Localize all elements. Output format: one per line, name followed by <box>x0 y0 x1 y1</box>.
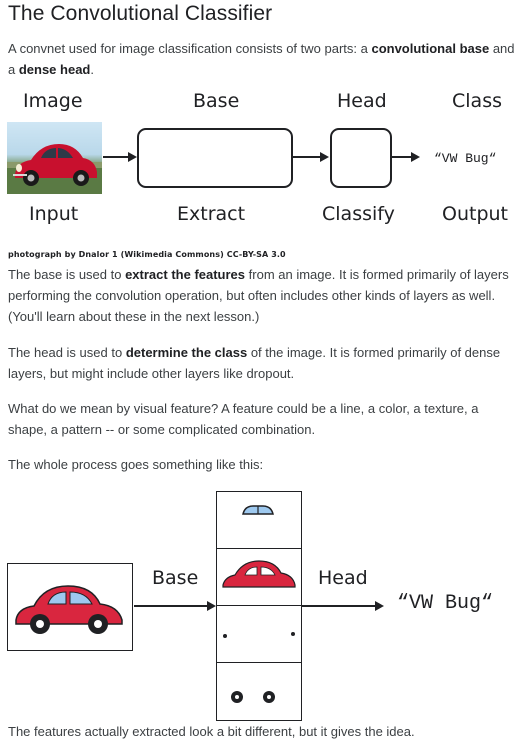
label-base: Base <box>193 90 240 112</box>
arrow-head <box>411 152 420 162</box>
label-base-2: Base <box>152 567 199 589</box>
page-title: The Convolutional Classifier <box>8 2 273 25</box>
output-class-text: “VW Bug“ <box>434 151 497 166</box>
label-classify: Classify <box>322 203 395 225</box>
head-box <box>330 128 392 188</box>
arrow-head <box>320 152 329 162</box>
vw-bug-photo <box>7 122 102 194</box>
arrow-head-to-class <box>392 156 412 158</box>
base-box <box>137 128 293 188</box>
label-input: Input <box>29 203 79 225</box>
feature-wheels <box>217 663 301 720</box>
label-output: Output <box>442 203 508 225</box>
feature-window <box>217 492 301 549</box>
feature-column <box>216 491 302 721</box>
label-class: Class <box>452 90 502 112</box>
input-car-image <box>7 563 133 651</box>
bold-extract-features: extract the features <box>125 267 246 282</box>
arrow-base-to-head <box>293 156 321 158</box>
bold-convolutional-base: convolutional base <box>371 41 490 56</box>
feature-body <box>217 549 301 606</box>
bold-determine-class: determine the class <box>125 345 248 360</box>
arrow-head <box>128 152 137 162</box>
intro-paragraph: A convnet used for image classification … <box>8 41 515 77</box>
process-paragraph: The whole process goes something like th… <box>8 457 264 472</box>
bold-dense-head: dense head <box>18 62 91 77</box>
arrow-head <box>375 601 384 611</box>
label-extract: Extract <box>177 203 246 225</box>
photo-credit: photograph by Dnalor 1 (Wikimedia Common… <box>8 250 286 259</box>
label-head: Head <box>337 90 387 112</box>
arrow-input-to-base <box>103 156 129 158</box>
arrow-head <box>207 601 216 611</box>
feature-dots <box>217 606 301 663</box>
head-paragraph: The head is used to determine the class … <box>8 345 501 381</box>
label-head-2: Head <box>318 567 368 589</box>
feature-paragraph: What do we mean by visual feature? A fea… <box>8 401 479 437</box>
arrow-image-to-features <box>134 605 208 607</box>
output-class-text-2: “VW Bug“ <box>397 592 494 615</box>
label-image: Image <box>23 90 83 112</box>
base-paragraph: The base is used to extract the features… <box>8 267 509 324</box>
final-paragraph: The features actually extracted look a b… <box>8 724 415 739</box>
arrow-features-to-class <box>302 605 376 607</box>
